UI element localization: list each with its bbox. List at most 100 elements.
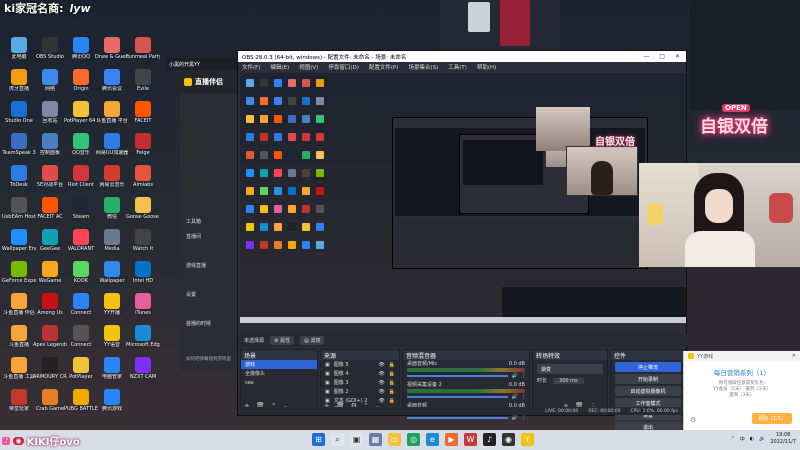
lock-icon[interactable]: 🔒 (389, 371, 395, 377)
desktop-icon[interactable]: Intel HD (126, 261, 160, 284)
desktop-icon[interactable]: Connect (64, 325, 98, 348)
visibility-eye-icon[interactable]: 👁 (378, 371, 384, 377)
desktop-icon[interactable]: Wallpaper (95, 261, 129, 284)
mixer-menu-icon[interactable]: ⋮ (521, 373, 526, 379)
desktop-icon[interactable]: FACEIT (126, 101, 160, 124)
network-icon[interactable]: ◐ (750, 436, 754, 442)
volume-slider[interactable] (407, 375, 508, 377)
maximize-icon[interactable]: □ (659, 53, 665, 60)
companion-item-bottom[interactable]: 首播的时候 (180, 316, 237, 331)
desktop-icon[interactable]: 斗鱼直播 (2, 325, 36, 348)
companion-window[interactable]: 小黑的开黑YY 直播伴侣 工具箱 直播间 游戏直播 设置 首播的时候 如何把弹幕… (166, 58, 238, 370)
volume-icon[interactable]: 🔊 (759, 436, 765, 442)
menu-profile[interactable]: 配置文件(P) (369, 63, 399, 71)
edge-icon[interactable]: e (426, 433, 439, 446)
desktop-icon[interactable]: 斗鱼直播 工具 (2, 357, 36, 380)
desktop-icon[interactable]: 虎牙直播 (2, 69, 36, 92)
desktop-icon[interactable]: WeGame (33, 261, 67, 284)
widgets-icon[interactable]: ▦ (369, 433, 382, 446)
tiktok-icon[interactable]: ♪ (483, 433, 496, 446)
search-icon[interactable]: ⌕ (331, 433, 344, 446)
properties-button[interactable]: ⚙ 属性 (270, 336, 295, 345)
desktop-icon[interactable]: Funmeal Party (126, 37, 160, 60)
desktop-icon[interactable]: 此电脑 (2, 37, 36, 60)
scene-item-see[interactable]: see (241, 378, 317, 387)
desktop-icon[interactable]: TeamSpeak 3 (2, 133, 36, 156)
desktop-icon[interactable]: PotPlayer (64, 357, 98, 380)
source-item[interactable]: ▣ 图像 2 👁 🔒 (321, 387, 399, 396)
desktop-icon[interactable]: Aimlabs (126, 165, 160, 188)
desktop-icon[interactable]: Apex Legends (33, 325, 67, 348)
desktop-icon[interactable]: 回收站 (33, 101, 67, 124)
scene-item-camera[interactable]: 全摄像头 (241, 369, 317, 378)
speaker-icon[interactable]: 🔊 (512, 373, 518, 379)
lock-icon[interactable]: 🔒 (389, 380, 395, 386)
stop-streaming-button[interactable]: 停止推流 (615, 362, 681, 372)
mixer-menu-icon[interactable]: ⋮ (521, 415, 526, 421)
source-item[interactable]: ▣ 图像 5 👁 🔒 (321, 360, 399, 369)
desktop-icon[interactable]: Studio One (2, 101, 36, 124)
wegame-icon[interactable]: W (464, 433, 477, 446)
lock-icon[interactable]: 🔒 (389, 362, 395, 368)
desktop-icon[interactable]: 电脑管家 (95, 357, 129, 380)
desktop-icon[interactable]: 斗鱼直播 平台 (95, 101, 129, 124)
desktop-icon[interactable]: 腾讯QQ (64, 37, 98, 60)
desktop-icon[interactable]: iTunes (126, 293, 160, 316)
taskbar-clock[interactable]: 19:08 2022/11/7 (770, 432, 796, 446)
menu-edit[interactable]: 编辑(E) (270, 63, 289, 71)
visibility-eye-icon[interactable]: 👁 (378, 380, 384, 386)
companion-item-tools[interactable]: 工具箱 (180, 214, 237, 229)
visibility-eye-icon[interactable]: 👁 (378, 389, 384, 395)
desktop-icon[interactable]: ToDesk (2, 165, 36, 188)
close-icon[interactable]: ✕ (675, 53, 680, 60)
desktop-icon[interactable]: Evile (126, 69, 160, 92)
chrome-icon[interactable]: ◎ (407, 433, 420, 446)
desktop-icon[interactable]: QQ音乐 (64, 133, 98, 156)
companion-tab[interactable]: 小黑的开黑YY (166, 58, 238, 70)
companion-item-settings[interactable]: 设置 (180, 287, 237, 302)
desktop-icon[interactable]: Goose Goose Duck (126, 197, 160, 220)
menu-docks[interactable]: 停靠窗口(D) (328, 63, 359, 71)
desktop-icon[interactable]: FACEIT AC (33, 197, 67, 220)
menu-view[interactable]: 视图(V) (299, 63, 318, 71)
mixer-menu-icon[interactable]: ⋮ (521, 394, 526, 400)
yy-icon[interactable]: Y (521, 433, 534, 446)
source-item[interactable]: ▣ 图像 3 👁 🔒 (321, 378, 399, 387)
desktop-icon[interactable]: OBS Studio (33, 37, 67, 60)
desktop-icon[interactable]: 网易云音乐 (95, 165, 129, 188)
desktop-icon[interactable]: Feige (126, 133, 160, 156)
desktop-icon[interactable]: 帝皇玩家 (2, 389, 36, 412)
desktop-icon[interactable]: 控制面板 (33, 133, 67, 156)
desktop-icon[interactable]: VALORANT (64, 229, 98, 252)
file-explorer-icon[interactable]: ▭ (388, 433, 401, 446)
source-item[interactable]: ▣ 图像 4 👁 🔒 (321, 369, 399, 378)
task-view-icon[interactable]: ▣ (350, 433, 363, 446)
obs-preview[interactable] (240, 73, 686, 323)
claim-button[interactable]: 领取（1/1） (751, 413, 792, 424)
desktop-icon[interactable]: Origin (64, 69, 98, 92)
obs-window[interactable]: OBS 28.0.3 (64-bit, windows) - 配置文件: 未命名… (237, 50, 688, 430)
desktop-icon[interactable]: 斗鱼直播 伴侣 (2, 293, 36, 316)
menu-file[interactable]: 文件(F) (242, 63, 260, 71)
desktop-icon[interactable]: Media (95, 229, 129, 252)
visibility-eye-icon[interactable]: 👁 (378, 362, 384, 368)
desktop-icon[interactable]: 网络 (33, 69, 67, 92)
potplayer-icon[interactable]: ▶ (445, 433, 458, 446)
desktop-icon[interactable]: Among Us (33, 293, 67, 316)
desktop-icon[interactable]: NZXT CAM (126, 357, 160, 380)
menu-tools[interactable]: 工具(T) (448, 63, 467, 71)
scene-item-game[interactable]: 游戏 (241, 360, 317, 369)
minimize-icon[interactable]: — (643, 53, 649, 60)
start-recording-button[interactable]: 开始录制 (615, 374, 681, 384)
lock-icon[interactable]: 🔒 (389, 389, 395, 395)
volume-slider[interactable] (407, 396, 508, 398)
desktop-icon[interactable]: GeeGee (33, 229, 67, 252)
start-icon[interactable]: ⊞ (312, 433, 325, 446)
desktop-icon[interactable]: PotPlayer 64 bit (64, 101, 98, 124)
desktop-icon[interactable]: Steam (64, 197, 98, 220)
desktop-icon[interactable]: 微信 (95, 197, 129, 220)
menu-scene-collection[interactable]: 场景集合(S) (408, 63, 438, 71)
desktop-icon[interactable]: Crab Game (33, 389, 67, 412)
companion-footer[interactable]: 如何把弹幕放到游戏里 (180, 352, 237, 366)
desktop-icon[interactable]: GeForce Experience (2, 261, 36, 284)
